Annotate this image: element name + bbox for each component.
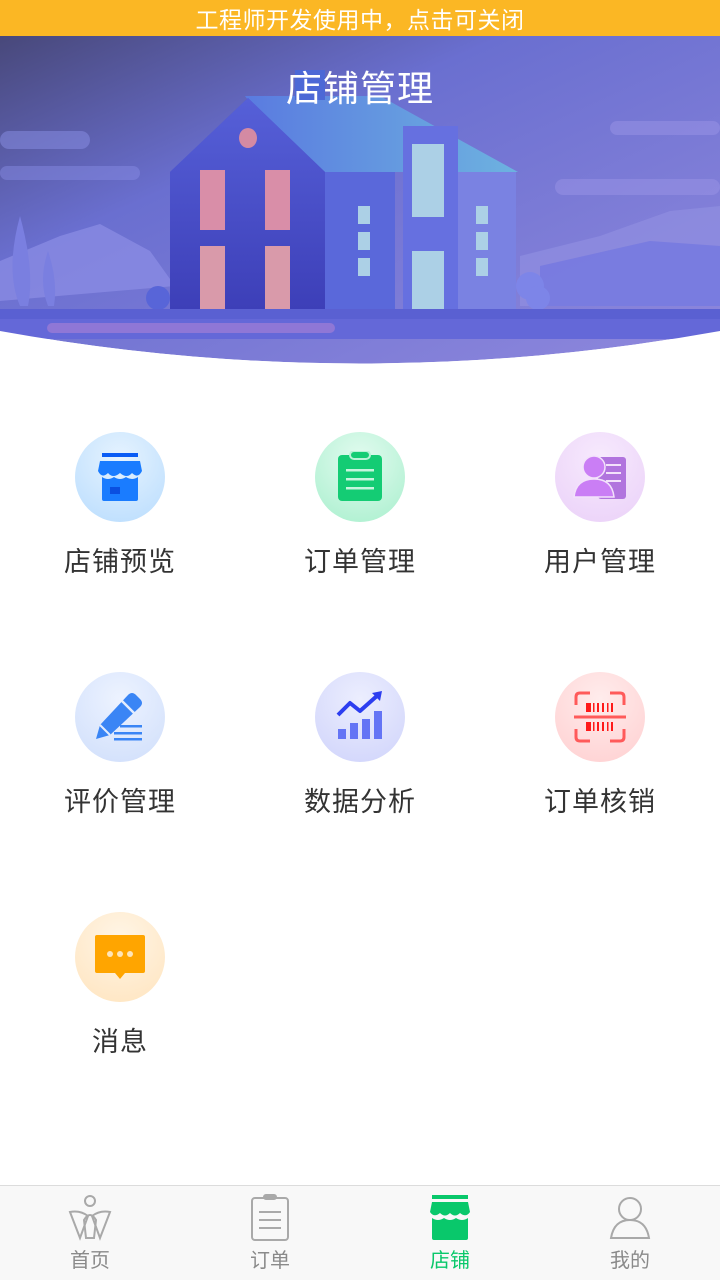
- menu-item-label: 消息: [92, 1027, 148, 1058]
- clipboard-icon: [315, 432, 405, 522]
- user-icon: [606, 1194, 654, 1242]
- menu-item-data-analysis[interactable]: 数据分析: [240, 640, 480, 840]
- clipboard-icon: [246, 1194, 294, 1242]
- menu-item-label: 评价管理: [64, 787, 176, 818]
- pencil-icon: [75, 672, 165, 762]
- barcode-scan-icon: [555, 672, 645, 762]
- menu-item-store-preview[interactable]: 店铺预览: [0, 400, 240, 600]
- tab-home[interactable]: 首页: [0, 1186, 180, 1280]
- menu-item-label: 订单管理: [304, 547, 416, 578]
- user-card-icon: [555, 432, 645, 522]
- chart-trend-icon: [315, 672, 405, 762]
- tab-label: 订单: [250, 1248, 290, 1272]
- menu-item-order-verification[interactable]: 订单核销: [480, 640, 720, 840]
- tab-store[interactable]: 店铺: [360, 1186, 540, 1280]
- menu-item-label: 订单核销: [544, 787, 656, 818]
- store-icon: [426, 1194, 474, 1242]
- menu-item-user-management[interactable]: 用户管理: [480, 400, 720, 600]
- dev-banner-text: 工程师开发使用中，点击可关闭: [195, 8, 525, 34]
- dev-mode-banner[interactable]: 工程师开发使用中，点击可关闭: [0, 0, 720, 36]
- tab-label: 首页: [70, 1248, 110, 1272]
- message-icon: [75, 912, 165, 1002]
- menu-item-messages[interactable]: 消息: [0, 880, 240, 1080]
- tab-label: 我的: [610, 1248, 650, 1272]
- tab-profile[interactable]: 我的: [540, 1186, 720, 1280]
- bottom-tab-bar: 首页 订单 店铺 我的: [0, 1185, 720, 1280]
- tab-label: 店铺: [430, 1248, 470, 1272]
- menu-item-review-management[interactable]: 评价管理: [0, 640, 240, 840]
- menu-item-label: 数据分析: [304, 787, 416, 818]
- header-banner: 店铺管理: [0, 36, 720, 366]
- page-title: 店铺管理: [285, 69, 434, 110]
- menu-item-order-management[interactable]: 订单管理: [240, 400, 480, 600]
- menu-item-label: 用户管理: [544, 547, 656, 578]
- menu-item-label: 店铺预览: [64, 547, 176, 578]
- home-lotus-icon: [66, 1194, 114, 1242]
- store-icon: [75, 432, 165, 522]
- tab-orders[interactable]: 订单: [180, 1186, 360, 1280]
